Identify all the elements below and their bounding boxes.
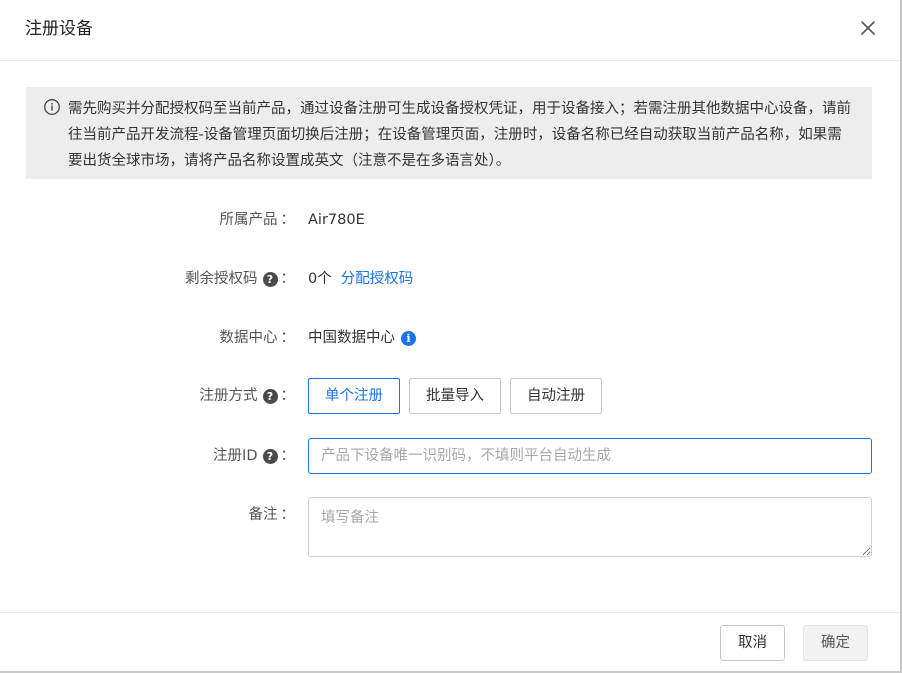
remark-row: 备注： xyxy=(0,497,900,557)
method-row: 注册方式 ? ： 单个注册 批量导入 自动注册 xyxy=(0,378,900,414)
remark-label: 备注： xyxy=(248,507,296,523)
assign-license-link[interactable]: 分配授权码 xyxy=(341,261,414,297)
remark-textarea[interactable] xyxy=(308,497,872,557)
datacenter-label: 数据中心： xyxy=(219,330,296,346)
dialog-title: 注册设备 xyxy=(25,19,93,39)
single-register-button[interactable]: 单个注册 xyxy=(308,378,400,414)
product-row: 所属产品： Air780E xyxy=(0,202,900,238)
datacenter-value: 中国数据中心 i xyxy=(308,320,416,356)
info-circle-icon xyxy=(43,98,61,116)
license-value: 0个 分配授权码 xyxy=(308,261,413,297)
confirm-button[interactable]: 确定 xyxy=(803,625,868,661)
notice-text: 需先购买并分配授权码至当前产品，通过设备注册可生成设备授权凭证，用于设备接入；若… xyxy=(68,101,851,169)
datacenter-row: 数据中心： 中国数据中心 i xyxy=(0,320,900,356)
product-value: Air780E xyxy=(308,212,365,228)
product-label: 所属产品： xyxy=(219,212,296,228)
reg-id-label: 注册ID ? ： xyxy=(213,448,295,464)
help-icon[interactable]: ? xyxy=(262,388,278,404)
license-label: 剩余授权码 ? ： xyxy=(185,271,295,287)
notice-banner: 需先购买并分配授权码至当前产品，通过设备注册可生成设备授权凭证，用于设备接入；若… xyxy=(26,87,872,179)
batch-import-button[interactable]: 批量导入 xyxy=(409,378,501,414)
dialog-header: 注册设备 xyxy=(0,0,900,61)
help-icon[interactable]: ? xyxy=(262,448,278,464)
auto-register-button[interactable]: 自动注册 xyxy=(510,378,602,414)
license-count: 0个 xyxy=(308,271,332,287)
cancel-button[interactable]: 取消 xyxy=(720,625,785,661)
method-label: 注册方式 ? ： xyxy=(199,388,296,404)
dialog-footer: 取消 确定 xyxy=(0,612,900,672)
datacenter-name: 中国数据中心 xyxy=(308,330,395,346)
method-options: 单个注册 批量导入 自动注册 xyxy=(308,378,611,414)
close-icon[interactable] xyxy=(856,16,880,40)
license-row: 剩余授权码 ? ： 0个 分配授权码 xyxy=(0,261,900,297)
reg-id-input[interactable] xyxy=(308,438,872,474)
register-device-dialog: 注册设备 需先购买并分配授权码至当前产品，通过设备注册可生成设备授权凭证，用于设… xyxy=(0,0,902,673)
help-icon[interactable]: ? xyxy=(262,271,278,287)
info-icon[interactable]: i xyxy=(401,330,416,346)
reg-id-row: 注册ID ? ： xyxy=(0,438,900,474)
